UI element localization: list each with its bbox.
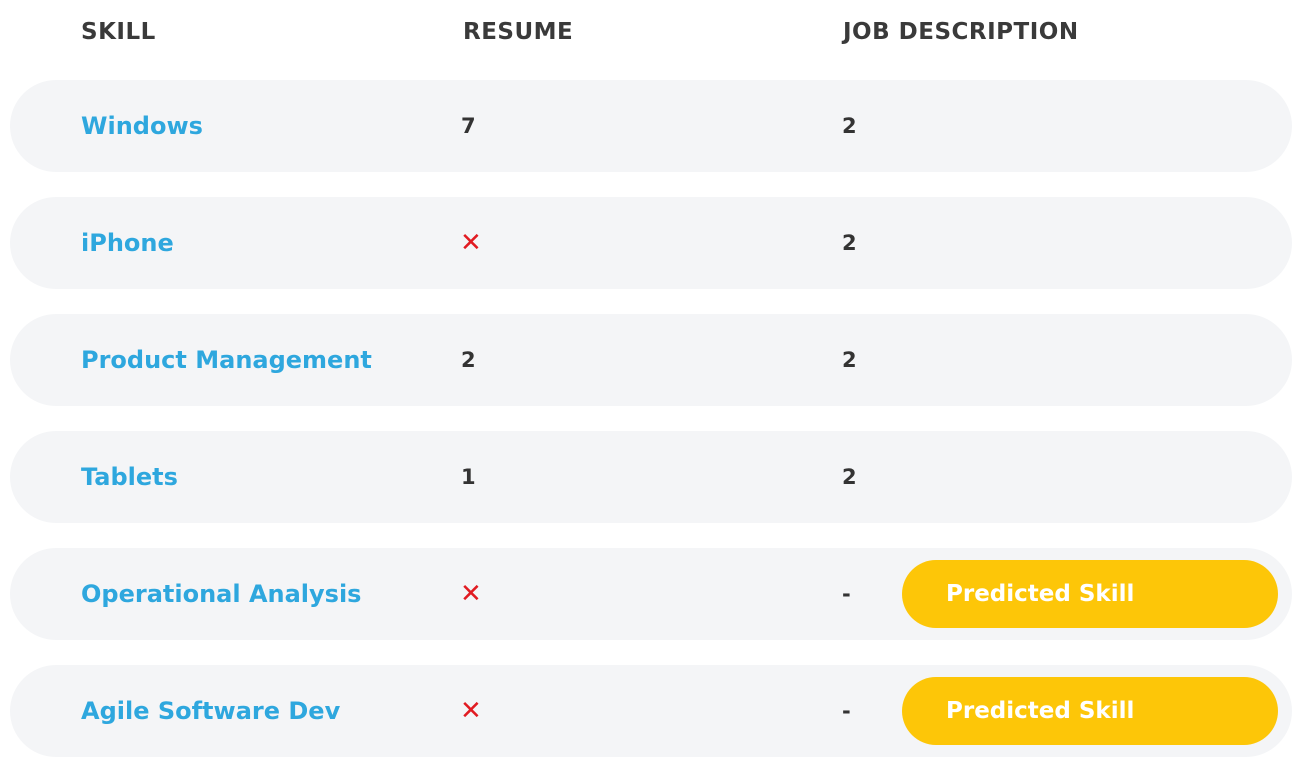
resume-count: 7 (461, 114, 476, 138)
skill-link[interactable]: Product Management (81, 314, 372, 406)
predicted-skill-badge: Predicted Skill (902, 560, 1278, 628)
skill-link[interactable]: Tablets (81, 431, 178, 523)
table-row: Operational Analysis ✕ - Predicted Skill (10, 548, 1292, 640)
skill-link[interactable]: Operational Analysis (81, 548, 361, 640)
table-row: iPhone ✕ 2 (10, 197, 1292, 289)
table-row: Tablets 1 2 (10, 431, 1292, 523)
skill-link[interactable]: iPhone (81, 197, 174, 289)
table-row: Product Management 2 2 (10, 314, 1292, 406)
predicted-skill-badge: Predicted Skill (902, 677, 1278, 745)
job-description-count: 2 (842, 348, 857, 372)
skills-table: Windows 7 2 iPhone ✕ 2 Product Managemen… (0, 0, 1311, 763)
job-description-dash: - (842, 699, 851, 723)
missing-x-icon: ✕ (460, 579, 482, 609)
skill-link[interactable]: Windows (81, 80, 203, 172)
table-row: Agile Software Dev ✕ - Predicted Skill (10, 665, 1292, 757)
job-description-count: 2 (842, 465, 857, 489)
resume-count: 1 (461, 465, 476, 489)
skill-link[interactable]: Agile Software Dev (81, 665, 340, 757)
resume-count: 2 (461, 348, 476, 372)
job-description-count: 2 (842, 114, 857, 138)
missing-x-icon: ✕ (460, 696, 482, 726)
job-description-count: 2 (842, 231, 857, 255)
missing-x-icon: ✕ (460, 228, 482, 258)
job-description-dash: - (842, 582, 851, 606)
table-row: Windows 7 2 (10, 80, 1292, 172)
